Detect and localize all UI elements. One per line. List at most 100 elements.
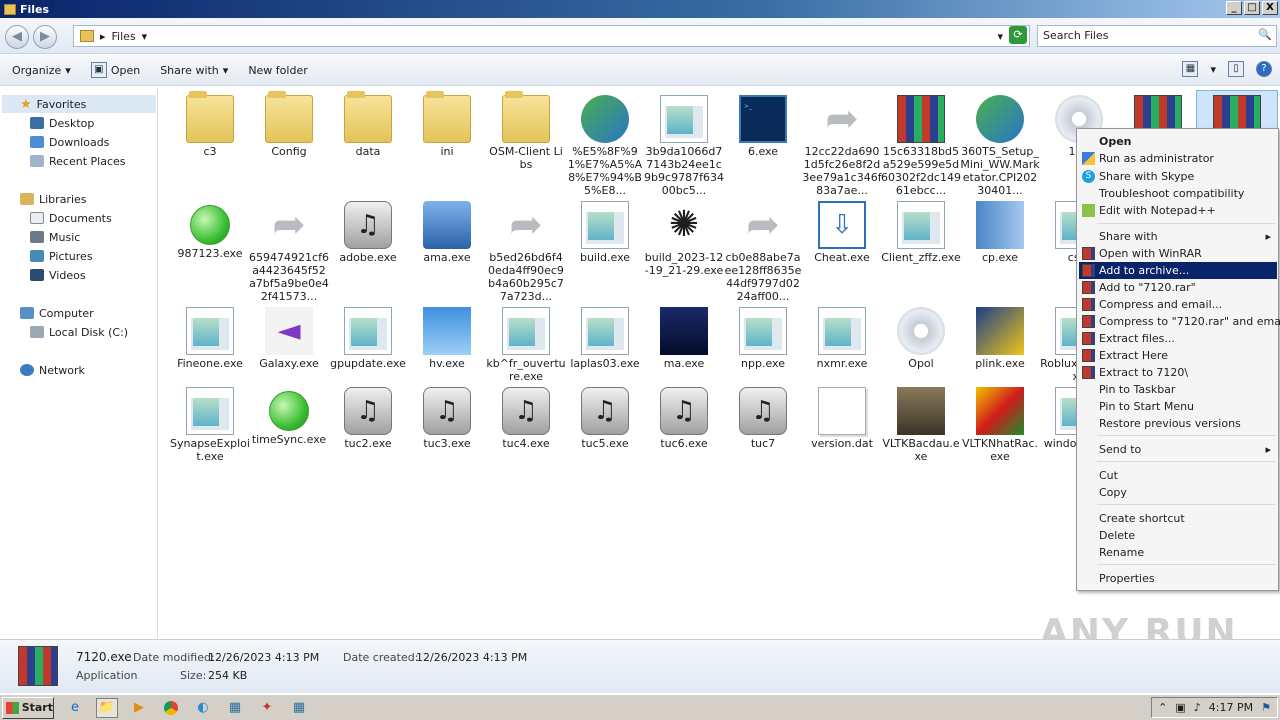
file-item[interactable]: build.exe (565, 197, 645, 264)
menu-item-delete[interactable]: Delete (1079, 527, 1277, 544)
nav-computer[interactable]: Computer (20, 304, 94, 322)
menu-item-create-shortcut[interactable]: Create shortcut (1079, 510, 1277, 527)
chrome-icon[interactable] (160, 698, 182, 718)
file-item[interactable]: ♫ tuc2.exe (328, 383, 408, 450)
menu-item-extract-files[interactable]: Extract files... (1079, 330, 1277, 347)
app-taskbar-icon[interactable]: ▦ (224, 698, 246, 718)
network-tray-icon[interactable]: ▣ (1175, 701, 1185, 714)
file-item[interactable]: ini (407, 91, 487, 158)
file-item[interactable]: ➦ 659474921cf6a4423645f52a7bf5a9be0e42f41… (249, 197, 329, 303)
menu-item-pin-taskbar[interactable]: Pin to Taskbar (1079, 381, 1277, 398)
menu-item-rename[interactable]: Rename (1079, 544, 1277, 561)
nav-pictures[interactable]: Pictures (30, 247, 93, 265)
file-item[interactable]: 360TS_Setup_Mini_WW.Marketator.CPI202304… (960, 91, 1040, 197)
game-taskbar-icon[interactable]: ✦ (256, 698, 278, 718)
nav-downloads[interactable]: Downloads (30, 133, 109, 151)
minimize-button[interactable]: _ (1226, 1, 1242, 15)
menu-item-properties[interactable]: Properties (1079, 570, 1277, 587)
maximize-button[interactable]: □ (1244, 1, 1260, 15)
menu-item-share-with[interactable]: Share with ▸ (1079, 228, 1277, 245)
menu-item-send-to[interactable]: Send to ▸ (1079, 441, 1277, 458)
menu-item-compress-email[interactable]: Compress and email... (1079, 296, 1277, 313)
search-input[interactable]: Search Files 🔍 (1037, 25, 1277, 47)
forward-button[interactable]: ▶ (33, 25, 57, 49)
file-item[interactable]: 987123.exe (170, 197, 250, 260)
menu-item-add-to-rar[interactable]: Add to "7120.rar" (1079, 279, 1277, 296)
file-item[interactable]: ✺ build_2023-12-19_21-29.exe (644, 197, 724, 277)
file-item[interactable]: version.dat (802, 383, 882, 450)
menu-item-open-winrar[interactable]: Open with WinRAR (1079, 245, 1277, 262)
view-options-icon[interactable]: ▦ (1182, 61, 1199, 77)
file-item[interactable]: Opol (881, 303, 961, 370)
clock[interactable]: 4:17 PM (1209, 701, 1253, 714)
file-item[interactable]: plink.exe (960, 303, 1040, 370)
file-item[interactable]: laplas03.exe (565, 303, 645, 370)
file-item[interactable]: Config (249, 91, 329, 158)
chevron-down-icon[interactable]: ▾ (1210, 63, 1216, 76)
nav-local-disk[interactable]: Local Disk (C:) (30, 323, 128, 341)
app-taskbar-icon-2[interactable]: ▦ (288, 698, 310, 718)
menu-item-copy[interactable]: Copy (1079, 484, 1277, 501)
window-titlebar[interactable]: Files _ □ X (0, 0, 1280, 18)
search-icon[interactable]: 🔍 (1258, 28, 1272, 41)
nav-favorites[interactable]: ★ Favorites (2, 95, 156, 113)
close-button[interactable]: X (1262, 1, 1278, 15)
nav-libraries[interactable]: Libraries (20, 190, 87, 208)
open-button[interactable]: ▣ Open (81, 62, 150, 78)
file-item[interactable]: ➦ b5ed26bd6f40eda4ff90ec9b4a60b295c77a723… (486, 197, 566, 303)
address-dropdown-icon[interactable]: ▾ (997, 30, 1003, 43)
menu-item-cut[interactable]: Cut (1079, 467, 1277, 484)
file-item[interactable]: gpupdate.exe (328, 303, 408, 370)
file-item[interactable]: ➦ cb0e88abe7aee128ff8635e44df9797d0224aff… (723, 197, 803, 303)
chevron-down-icon[interactable]: ▾ (142, 30, 148, 43)
menu-item-add-to-archive[interactable]: Add to archive... (1079, 262, 1277, 279)
file-item[interactable]: OSM-Client Libs (486, 91, 566, 171)
notification-flag-icon[interactable]: ⚑ (1261, 701, 1271, 714)
menu-item-troubleshoot[interactable]: Troubleshoot compatibility (1079, 185, 1277, 202)
file-item[interactable]: timeSync.exe (249, 383, 329, 446)
file-item[interactable]: ♫ adobe.exe (328, 197, 408, 264)
menu-item-compress-rar-email[interactable]: Compress to "7120.rar" and email (1079, 313, 1280, 330)
file-item[interactable]: nxmr.exe (802, 303, 882, 370)
menu-item-run-as-admin[interactable]: Run as administrator (1079, 150, 1277, 167)
tray-arrow-icon[interactable]: ⌃ (1158, 701, 1167, 714)
menu-item-share-skype[interactable]: S Share with Skype (1079, 168, 1277, 185)
file-item[interactable]: SynapseExploit.exe (170, 383, 250, 463)
file-item[interactable]: c3 (170, 91, 250, 158)
file-item[interactable]: cp.exe (960, 197, 1040, 264)
file-item[interactable]: kb^fr_ouverture.exe (486, 303, 566, 383)
start-button[interactable]: Start (2, 696, 54, 719)
file-item[interactable]: ⇩ Cheat.exe (802, 197, 882, 264)
nav-network[interactable]: Network (20, 361, 85, 379)
menu-item-extract-to[interactable]: Extract to 7120\ (1079, 364, 1277, 381)
refresh-button[interactable]: ⟳ (1009, 26, 1027, 44)
share-with-button[interactable]: Share with ▾ (150, 64, 238, 77)
nav-music[interactable]: Music (30, 228, 80, 246)
file-item[interactable]: VLTKBacdau.exe (881, 383, 961, 463)
menu-item-restore-versions[interactable]: Restore previous versions (1079, 415, 1277, 432)
file-item[interactable]: npp.exe (723, 303, 803, 370)
file-item[interactable]: data (328, 91, 408, 158)
file-item[interactable]: ma.exe (644, 303, 724, 370)
file-item[interactable]: ama.exe (407, 197, 487, 264)
file-item[interactable]: Client_zffz.exe (881, 197, 961, 264)
menu-item-pin-start[interactable]: Pin to Start Menu (1079, 398, 1277, 415)
edge-icon[interactable]: ◐ (192, 698, 214, 718)
nav-desktop[interactable]: Desktop (30, 114, 94, 132)
preview-pane-icon[interactable]: ▯ (1228, 61, 1244, 77)
file-item[interactable]: ◄ Galaxy.exe (249, 303, 329, 370)
organize-button[interactable]: Organize ▾ (0, 64, 81, 77)
volume-icon[interactable]: ♪ (1194, 701, 1201, 714)
file-item[interactable]: %E5%8F%91%E7%A5%A8%E7%94%B5%E8... (565, 91, 645, 197)
nav-documents[interactable]: Documents (30, 209, 112, 227)
media-player-icon[interactable]: ▶ (128, 698, 150, 718)
menu-item-open[interactable]: Open (1079, 133, 1277, 150)
menu-item-extract-here[interactable]: Extract Here (1079, 347, 1277, 364)
back-button[interactable]: ◀ (5, 25, 29, 49)
help-icon[interactable]: ? (1256, 61, 1272, 77)
file-item[interactable]: 15c63318bd5a529e599e5d60302f2dc14961ebcc… (881, 91, 961, 197)
ie-icon[interactable]: e (64, 698, 86, 718)
new-folder-button[interactable]: New folder (238, 64, 317, 77)
file-item[interactable]: ♫ tuc7 (723, 383, 803, 450)
explorer-taskbar-icon[interactable]: 📁 (96, 697, 118, 718)
